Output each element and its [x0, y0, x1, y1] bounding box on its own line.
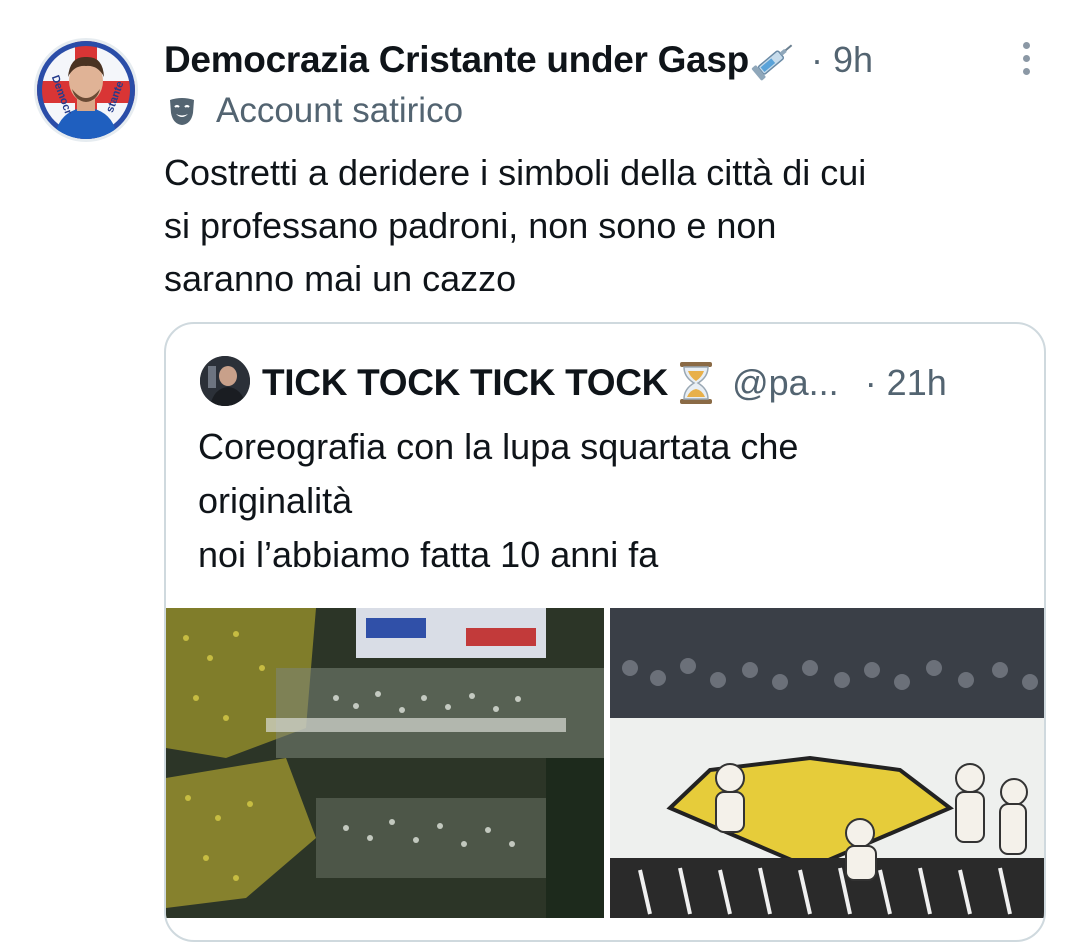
account-label-text: Account satirico — [216, 91, 464, 130]
tweet-text-line: Costretti a deridere i simboli della cit… — [164, 152, 867, 193]
quoted-timestamp[interactable]: · 21h — [865, 362, 947, 404]
choreography-photo — [166, 608, 604, 918]
quoted-author-avatar[interactable] — [200, 356, 250, 406]
tweet-header: Democrazia Cristante under Gasp · 9h — [164, 34, 873, 86]
tweet-text-line: si professano padroni, non sono e non — [164, 205, 777, 246]
banner-photo — [610, 608, 1044, 918]
media-photo-left[interactable] — [166, 608, 604, 918]
tweet-text: Costretti a deridere i simboli della cit… — [164, 146, 1054, 305]
tweet-timestamp[interactable]: · 9h — [811, 39, 873, 81]
performing-arts-mask-icon — [170, 98, 194, 125]
quoted-handle[interactable]: @pa... — [732, 362, 839, 404]
author-avatar[interactable]: Democr stante — [34, 38, 138, 142]
quoted-avatar-photo — [200, 356, 250, 406]
more-options-icon[interactable] — [1016, 42, 1036, 78]
quoted-media[interactable] — [166, 608, 1044, 940]
quoted-tweet-header: TICK TOCK TICK TOCK @pa... · 21h — [262, 354, 947, 412]
quoted-tweet-text: Coreografia con la lupa squartata che or… — [198, 420, 1028, 582]
quoted-text-line: noi l’abbiamo fatta 10 anni fa — [198, 534, 659, 575]
account-label[interactable]: Account satirico — [166, 88, 463, 134]
tweet-text-line: saranno mai un cazzo — [164, 258, 517, 299]
syringe-icon — [751, 44, 793, 81]
tweet[interactable]: Democr stante Democrazia Cristante under… — [0, 0, 1080, 942]
author-display-name[interactable]: Democrazia Cristante under Gasp — [164, 39, 749, 81]
quoted-display-name[interactable]: TICK TOCK TICK TOCK — [262, 362, 668, 404]
quoted-text-line: originalità — [198, 480, 353, 521]
quoted-text-line: Coreografia con la lupa squartata che — [198, 426, 799, 467]
media-photo-right[interactable] — [610, 608, 1044, 918]
quoted-tweet[interactable]: TICK TOCK TICK TOCK @pa... · 21h Coreogr… — [164, 322, 1046, 942]
hourglass-icon — [680, 362, 713, 404]
